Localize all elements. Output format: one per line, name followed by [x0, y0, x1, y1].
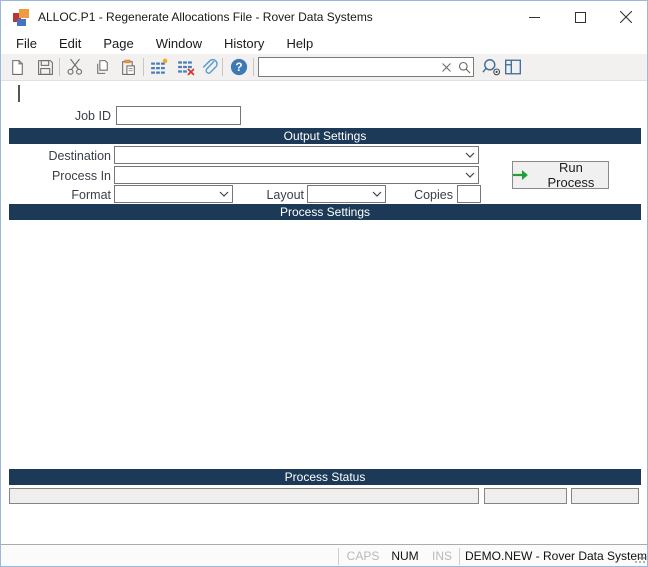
menu-edit[interactable]: Edit [48, 34, 92, 53]
toolbar: ? [1, 54, 647, 81]
run-arrow-icon [513, 170, 528, 180]
process-in-dropdown[interactable] [114, 166, 479, 184]
process-status-cell-main [9, 488, 479, 504]
menu-bar: File Edit Page Window History Help [1, 33, 647, 54]
status-bar: CAPS NUM INS DEMO.NEW - Rover Data Syste… [1, 544, 648, 566]
statusbar-separator [338, 548, 339, 565]
insert-mode-indicator: INS [431, 549, 452, 563]
process-status-cell-3 [571, 488, 639, 504]
chevron-down-icon [462, 167, 478, 183]
form-area: Job ID Output Settings Destination Proce… [1, 81, 647, 544]
chevron-down-icon [369, 186, 385, 202]
menu-help[interactable]: Help [275, 34, 324, 53]
paste-icon [121, 59, 135, 75]
resize-grip-icon[interactable] [634, 552, 646, 566]
app-window: ALLOC.P1 - Regenerate Allocations File -… [0, 0, 648, 567]
cut-icon [67, 58, 83, 75]
copy-button[interactable] [90, 56, 114, 78]
svg-text:?: ? [235, 60, 242, 74]
maximize-icon [574, 11, 586, 23]
environment-label: DEMO.NEW - Rover Data Systems [465, 549, 648, 563]
format-label: Format [71, 188, 111, 202]
logo-orange-square [19, 9, 29, 18]
process-in-label: Process In [51, 169, 111, 183]
search-icon[interactable] [455, 58, 473, 76]
window-title: ALLOC.P1 - Regenerate Allocations File -… [38, 10, 373, 24]
layout-label: Layout [266, 188, 304, 202]
caps-lock-indicator: CAPS [346, 549, 380, 563]
job-id-input[interactable] [116, 106, 241, 125]
job-id-label: Job ID [74, 109, 111, 123]
search-view-icon [482, 59, 501, 76]
menu-window[interactable]: Window [145, 34, 213, 53]
text-caret [18, 85, 20, 102]
toolbar-separator [222, 58, 223, 76]
copies-label: Copies [414, 188, 453, 202]
destination-label: Destination [48, 149, 111, 163]
chevron-down-icon [216, 186, 232, 202]
close-button[interactable] [603, 1, 647, 33]
copy-icon [96, 59, 108, 74]
cut-button[interactable] [63, 56, 87, 78]
save-icon [37, 59, 53, 75]
menu-history[interactable]: History [213, 34, 275, 53]
toolbar-separator [59, 58, 60, 76]
minimize-icon [528, 16, 540, 18]
num-lock-indicator: NUM [391, 549, 419, 563]
help-icon: ? [230, 58, 248, 76]
process-settings-header: Process Settings [9, 204, 641, 220]
destination-dropdown[interactable] [114, 146, 479, 164]
title-bar: ALLOC.P1 - Regenerate Allocations File -… [1, 1, 647, 33]
help-button[interactable]: ? [227, 56, 251, 78]
attachment-button[interactable] [197, 56, 221, 78]
search-box [258, 57, 474, 77]
run-process-button[interactable]: Run Process [512, 160, 609, 190]
clear-search-icon[interactable] [437, 58, 455, 76]
menu-file[interactable]: File [5, 34, 48, 53]
process-status-header: Process Status [9, 469, 641, 485]
copies-input[interactable] [457, 185, 481, 203]
attachment-icon [202, 58, 218, 74]
search-input[interactable] [259, 59, 437, 75]
new-document-button[interactable] [5, 56, 29, 78]
minimize-button[interactable] [511, 1, 557, 33]
insert-row-icon [151, 58, 168, 74]
statusbar-separator [459, 548, 460, 565]
delete-row-button[interactable] [174, 56, 198, 78]
layout-dropdown[interactable] [307, 185, 386, 203]
paste-button[interactable] [116, 56, 140, 78]
new-document-icon [11, 59, 23, 75]
logo-blue-square [17, 19, 26, 26]
insert-row-button[interactable] [147, 56, 171, 78]
toolbar-separator [143, 58, 144, 76]
chevron-down-icon [462, 147, 478, 163]
panel-layout-icon [505, 59, 521, 75]
run-process-label: Run Process [547, 160, 595, 190]
menu-page[interactable]: Page [92, 34, 144, 53]
save-button[interactable] [33, 56, 57, 78]
format-dropdown[interactable] [114, 185, 233, 203]
panel-layout-button[interactable] [501, 56, 525, 78]
toolbar-separator [253, 58, 254, 76]
delete-row-icon [178, 61, 195, 76]
close-icon [620, 11, 632, 23]
app-logo-icon [13, 9, 31, 26]
process-status-cell-2 [484, 488, 567, 504]
maximize-button[interactable] [557, 1, 603, 33]
output-settings-header: Output Settings [9, 128, 641, 144]
